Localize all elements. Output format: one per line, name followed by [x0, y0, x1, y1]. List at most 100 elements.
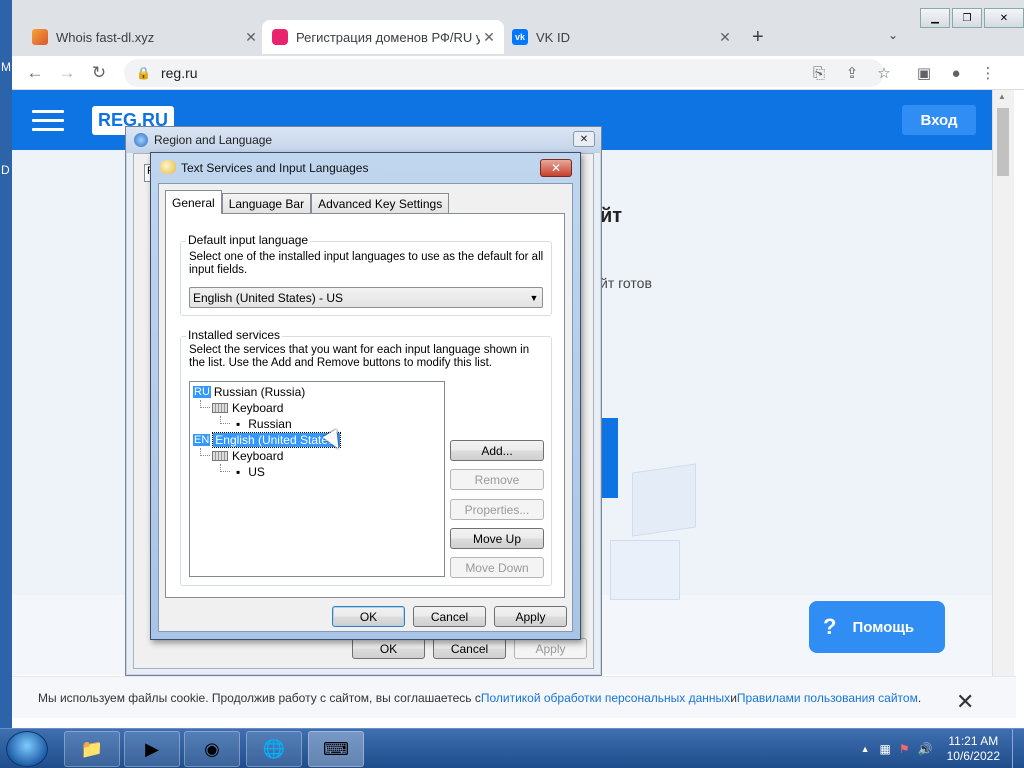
clock[interactable]: 11:21 AM 10/6/2022 — [947, 734, 1000, 764]
tree-item-keyboard[interactable]: Keyboard — [212, 448, 283, 464]
tree-item-russian[interactable]: RU Russian (Russia) — [193, 384, 305, 400]
tree-item-label: Russian — [248, 417, 292, 431]
language-badge: RU — [193, 386, 211, 398]
desktop-icon-label: D — [1, 163, 10, 177]
language-badge: EN — [193, 434, 211, 446]
profile-avatar-icon[interactable]: ● — [944, 61, 968, 85]
tab-title: Whois fast-dl.xyz — [56, 29, 155, 45]
share-icon[interactable]: ⇪ — [840, 61, 864, 85]
tree-item-label-selected: English (United States) — [212, 432, 342, 448]
address-bar[interactable]: 🔒 reg.ru — [124, 59, 884, 87]
tab-vkid[interactable]: vk VK ID ✕ — [502, 20, 740, 54]
text-services-taskbar-icon[interactable]: ⌨ — [308, 731, 364, 767]
system-tray: ▲ ▦ ⚑ 🔊 11:21 AM 10/6/2022 — [861, 729, 1024, 768]
dialog-titlebar: Text Services and Input Languages ✕ — [151, 153, 580, 183]
close-window-button[interactable]: ✕ — [984, 8, 1024, 28]
show-desktop-button[interactable] — [1012, 729, 1024, 768]
scrollbar-thumb[interactable] — [997, 108, 1009, 176]
terms-link[interactable]: Правилами пользования сайтом — [737, 691, 918, 705]
scroll-up-icon[interactable]: ▲ — [998, 92, 1006, 101]
reload-icon[interactable]: ↻ — [86, 60, 112, 86]
group-label: Default input language — [186, 233, 311, 247]
default-language-dropdown[interactable]: English (United States) - US ▼ — [189, 287, 543, 308]
close-dialog-button[interactable]: ✕ — [540, 159, 572, 177]
ok-button[interactable]: OK — [332, 606, 405, 627]
cookie-banner: Мы используем файлы cookie. Продолжив ра… — [12, 676, 1016, 718]
add-button[interactable]: Add... — [450, 440, 544, 461]
hero-cta-button[interactable] — [600, 418, 618, 498]
tree-item-label: Russian (Russia) — [213, 385, 306, 399]
close-tab-icon[interactable]: ✕ — [716, 29, 734, 46]
group-description: Select the services that you want for ea… — [189, 344, 530, 369]
clock-date: 10/6/2022 — [946, 749, 1000, 763]
side-panel-icon[interactable]: ▣ — [912, 61, 936, 85]
cancel-button[interactable]: Cancel — [413, 606, 486, 627]
dialog-title: Text Services and Input Languages — [181, 161, 369, 175]
tree-connector — [220, 464, 230, 472]
region-language-taskbar-icon[interactable]: 🌐 — [246, 731, 302, 767]
tab-language-bar[interactable]: Language Bar — [221, 193, 312, 214]
tab-whois[interactable]: Whois fast-dl.xyz ✕ — [22, 20, 266, 54]
help-chat-button[interactable]: ? Помощь — [809, 601, 945, 653]
privacy-policy-link[interactable]: Политикой обработки персональных данных — [481, 691, 730, 705]
tab-advanced-key-settings[interactable]: Advanced Key Settings — [311, 193, 450, 214]
dialog-title: Region and Language — [154, 133, 273, 147]
regru-favicon-icon — [272, 29, 288, 45]
whois-favicon-icon — [32, 29, 48, 45]
remove-button[interactable]: Remove — [450, 469, 544, 490]
maximize-button[interactable]: ❐ — [952, 8, 982, 28]
close-tab-icon[interactable]: ✕ — [242, 29, 260, 46]
menu-kebab-icon[interactable]: ⋮ — [976, 61, 1000, 85]
translate-icon[interactable]: ⎘ — [807, 61, 831, 85]
close-dialog-button[interactable]: ✕ — [573, 131, 595, 147]
volume-icon[interactable]: 🔊 — [918, 742, 933, 756]
login-button[interactable]: Вход — [902, 105, 976, 135]
text-services-icon — [160, 160, 176, 174]
close-tab-icon[interactable]: ✕ — [480, 29, 498, 46]
action-center-icon[interactable]: ⚑ — [899, 742, 910, 756]
move-up-button[interactable]: Move Up — [450, 528, 544, 549]
show-hidden-icons-icon[interactable]: ▲ — [861, 744, 870, 754]
tree-connector — [200, 448, 210, 456]
tab-regru[interactable]: Регистрация доменов РФ/RU у ✕ — [262, 20, 504, 54]
page-scrollbar[interactable]: ▲ ▼ — [992, 90, 1014, 718]
ok-button[interactable]: OK — [352, 638, 425, 659]
network-icon[interactable]: ▦ — [880, 742, 891, 756]
hamburger-menu-icon[interactable] — [32, 110, 64, 132]
globe-icon — [134, 133, 148, 147]
dropdown-arrow-icon: ▼ — [529, 292, 539, 303]
start-button[interactable] — [6, 731, 48, 767]
tab-general[interactable]: General — [165, 190, 222, 214]
bookmark-star-icon[interactable]: ☆ — [872, 61, 896, 85]
url-text: reg.ru — [160, 65, 198, 81]
media-player-taskbar-icon[interactable]: ▶ — [124, 731, 180, 767]
tab-strip: Whois fast-dl.xyz ✕ Регистрация доменов … — [12, 0, 1024, 56]
dialog-body: General Language Bar Advanced Key Settin… — [158, 183, 573, 632]
hero-title: йт — [600, 205, 623, 227]
tab-search-chevron-icon[interactable]: ⌄ — [888, 28, 898, 42]
apply-button[interactable]: Apply — [514, 638, 587, 659]
tree-item-label: US — [248, 465, 265, 479]
chrome-taskbar-icon[interactable]: ◉ — [184, 731, 240, 767]
taskbar: 📁 ▶ ◉ 🌐 ⌨ ▲ ▦ ⚑ 🔊 11:21 AM 10/6/2022 — [0, 728, 1024, 768]
explorer-taskbar-icon[interactable]: 📁 — [64, 731, 120, 767]
tree-item-layout[interactable]: ▪ Russian — [236, 416, 292, 432]
apply-button[interactable]: Apply — [494, 606, 567, 627]
back-icon[interactable]: ← — [22, 60, 48, 86]
tab-bar: General Language Bar Advanced Key Settin… — [165, 190, 450, 214]
close-cookie-icon[interactable]: ✕ — [956, 689, 974, 715]
minimize-button[interactable]: ▁ — [920, 8, 950, 28]
group-description: Select one of the installed input langua… — [189, 251, 544, 276]
tree-item-keyboard[interactable]: Keyboard — [212, 400, 283, 416]
installed-services-tree[interactable]: RU Russian (Russia) Keyboard ▪ Russian E… — [189, 381, 445, 577]
forward-icon[interactable]: → — [54, 60, 80, 86]
question-icon: ? — [823, 614, 837, 639]
tree-item-english[interactable]: EN English (United States) — [193, 432, 342, 448]
move-down-button[interactable]: Move Down — [450, 557, 544, 578]
new-tab-button[interactable]: + — [752, 26, 764, 49]
cancel-button[interactable]: Cancel — [433, 638, 506, 659]
keyboard-icon — [212, 403, 228, 413]
properties-button[interactable]: Properties... — [450, 499, 544, 520]
desktop-background: M D — [0, 0, 12, 728]
tree-item-layout[interactable]: ▪ US — [236, 464, 265, 480]
